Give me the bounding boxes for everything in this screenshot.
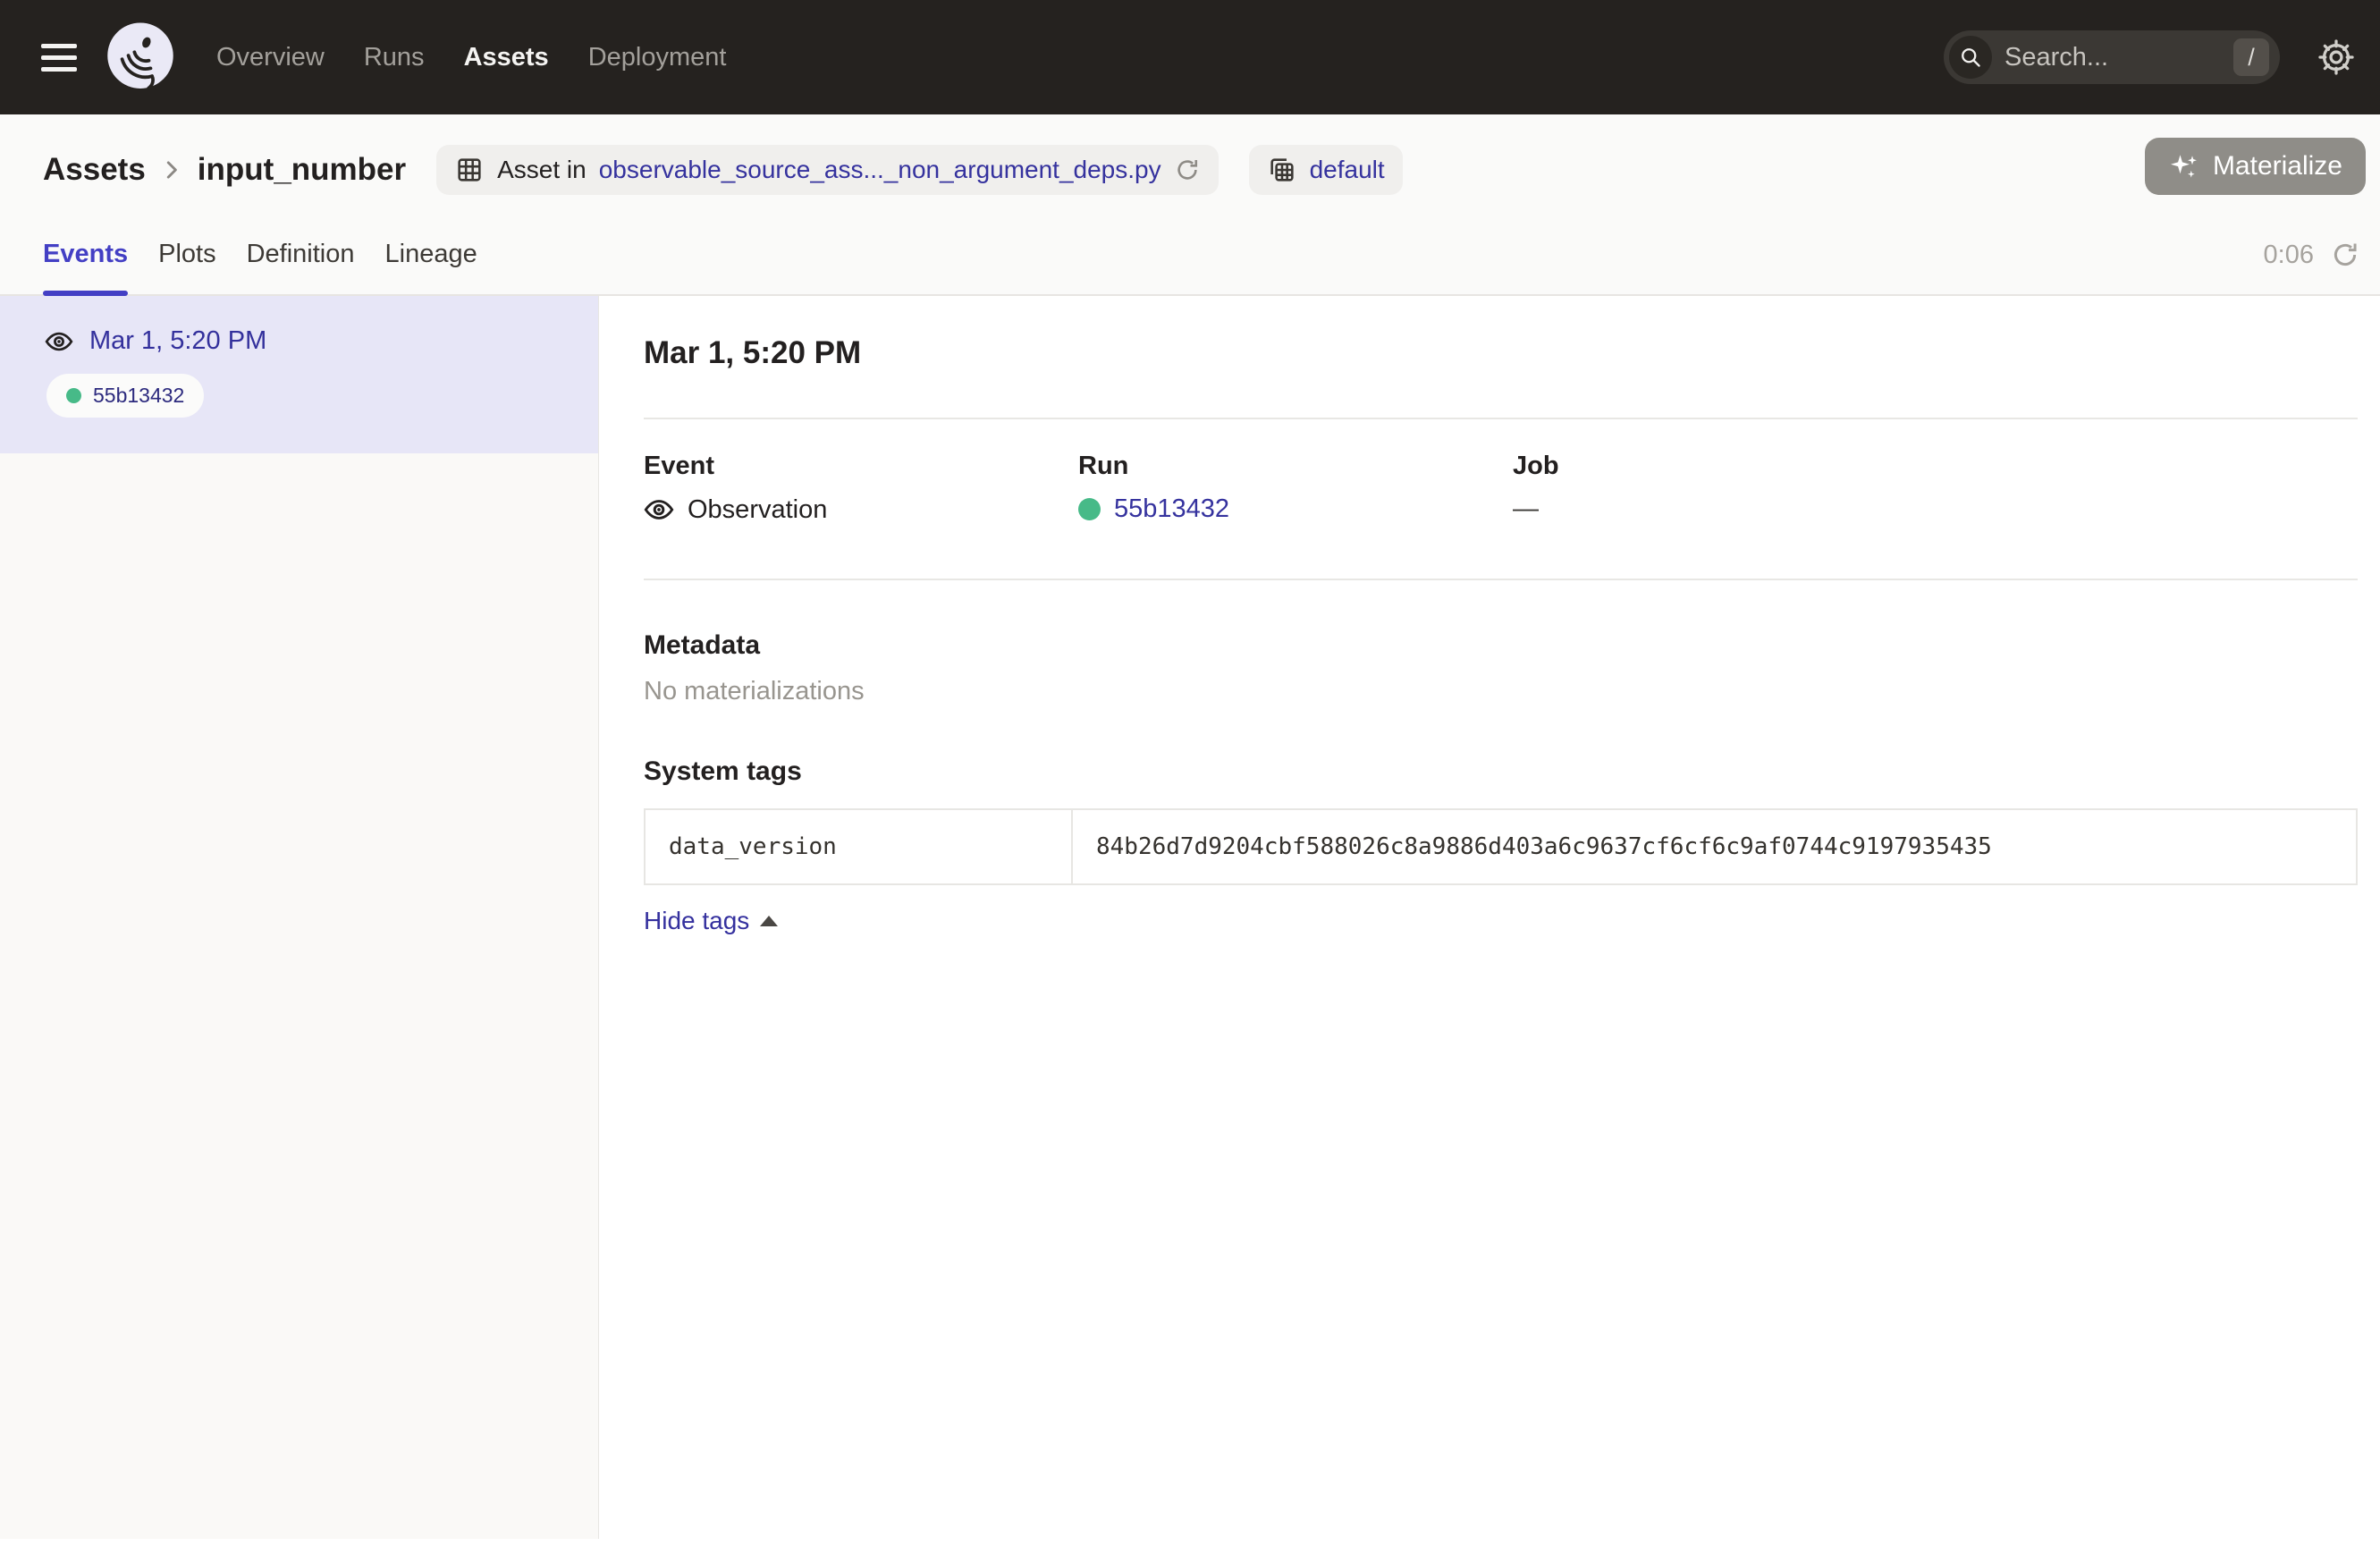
- reload-location-icon[interactable]: [1174, 156, 1201, 183]
- repo-stack-icon: [1267, 155, 1297, 185]
- refresh-icon[interactable]: [2330, 240, 2360, 270]
- materialize-button-label: Materialize: [2213, 151, 2342, 182]
- asset-name-title: input_number: [198, 152, 406, 188]
- event-column-label: Event: [644, 452, 1078, 481]
- event-column: Event Observation: [644, 452, 1078, 525]
- observation-eye-icon: [45, 327, 73, 356]
- job-empty-value: —: [1513, 494, 1539, 524]
- asset-tabs: Events Plots Definition Lineage 0:06: [43, 240, 2380, 294]
- caret-up-icon: [760, 916, 778, 926]
- nav-item-runs[interactable]: Runs: [364, 43, 425, 72]
- tab-definition[interactable]: Definition: [247, 240, 355, 294]
- system-tags-heading: System tags: [644, 756, 2358, 787]
- run-status-dot: [66, 388, 81, 403]
- nav-item-assets[interactable]: Assets: [464, 43, 549, 72]
- run-status-dot: [1078, 498, 1101, 520]
- sparkle-icon: [2168, 150, 2200, 182]
- run-column-label: Run: [1078, 452, 1513, 481]
- hamburger-menu-icon[interactable]: [41, 44, 77, 72]
- metadata-empty-text: No materializations: [644, 677, 2358, 706]
- chevron-right-icon: [158, 156, 185, 183]
- event-detail-panel: Mar 1, 5:20 PM Event Observation Run: [599, 296, 2380, 1539]
- event-timestamp: Mar 1, 5:20 PM: [89, 326, 266, 356]
- search-shortcut-key: /: [2233, 38, 2269, 76]
- search-bar[interactable]: /: [1944, 30, 2280, 84]
- event-detail-title: Mar 1, 5:20 PM: [644, 335, 2358, 371]
- asset-location-prefix: Asset in: [497, 156, 587, 184]
- event-type-value: Observation: [688, 495, 827, 525]
- nav-item-overview[interactable]: Overview: [216, 43, 325, 72]
- dagster-octopus-icon: [102, 19, 179, 96]
- run-id-badge-label: 55b13432: [93, 384, 184, 408]
- refresh-timer: 0:06: [2264, 241, 2314, 270]
- hide-tags-link[interactable]: Hide tags: [644, 907, 778, 935]
- system-tags-table: data_version 84b26d7d9204cbf588026c8a988…: [644, 808, 2358, 885]
- topnav-right: /: [1944, 30, 2357, 84]
- job-column: Job —: [1513, 452, 2358, 525]
- tag-key: data_version: [669, 833, 837, 860]
- table-grid-icon: [454, 155, 485, 185]
- nav-item-deployment[interactable]: Deployment: [588, 43, 727, 72]
- refresh-countdown: 0:06: [2264, 240, 2360, 270]
- main-area: Mar 1, 5:20 PM 55b13432 Mar 1, 5:20 PM E…: [0, 296, 2380, 1539]
- top-nav: Overview Runs Assets Deployment /: [0, 0, 2380, 114]
- tag-value-cell: 84b26d7d9204cbf588026c8a9886d403a6c9637c…: [1073, 810, 2356, 883]
- search-input[interactable]: [1992, 43, 2233, 72]
- gear-icon[interactable]: [2316, 37, 2357, 78]
- asset-location-pill: Asset in observable_source_ass..._non_ar…: [436, 145, 1218, 195]
- breadcrumb-assets-link[interactable]: Assets: [43, 152, 146, 188]
- divider: [644, 418, 2358, 419]
- hide-tags-label: Hide tags: [644, 907, 749, 935]
- repository-pill: default: [1249, 145, 1403, 195]
- repository-link[interactable]: default: [1310, 156, 1385, 184]
- tab-plots[interactable]: Plots: [158, 240, 215, 294]
- asset-location-link[interactable]: observable_source_ass..._non_argument_de…: [599, 156, 1161, 184]
- run-id-badge[interactable]: 55b13432: [46, 374, 204, 418]
- breadcrumb: Assets input_number Asset in observable_…: [43, 141, 2380, 199]
- tab-events[interactable]: Events: [43, 240, 128, 294]
- search-icon: [1949, 36, 1992, 79]
- observation-eye-icon: [644, 494, 674, 525]
- primary-nav: Overview Runs Assets Deployment: [216, 43, 726, 72]
- event-list-item-selected[interactable]: Mar 1, 5:20 PM 55b13432: [0, 296, 598, 453]
- materialize-button[interactable]: Materialize: [2145, 138, 2366, 195]
- job-column-label: Job: [1513, 452, 2358, 481]
- run-id-link[interactable]: 55b13432: [1114, 494, 1229, 524]
- metadata-heading: Metadata: [644, 630, 2358, 661]
- run-column: Run 55b13432: [1078, 452, 1513, 525]
- event-list-sidebar: Mar 1, 5:20 PM 55b13432: [0, 296, 599, 1539]
- tag-value: 84b26d7d9204cbf588026c8a9886d403a6c9637c…: [1096, 833, 1992, 860]
- divider: [644, 579, 2358, 580]
- tab-lineage[interactable]: Lineage: [385, 240, 477, 294]
- event-summary-columns: Event Observation Run 55b13432: [644, 452, 2358, 525]
- dagster-logo[interactable]: [102, 19, 179, 96]
- tag-key-cell: data_version: [646, 810, 1073, 883]
- asset-header: Assets input_number Asset in observable_…: [0, 114, 2380, 296]
